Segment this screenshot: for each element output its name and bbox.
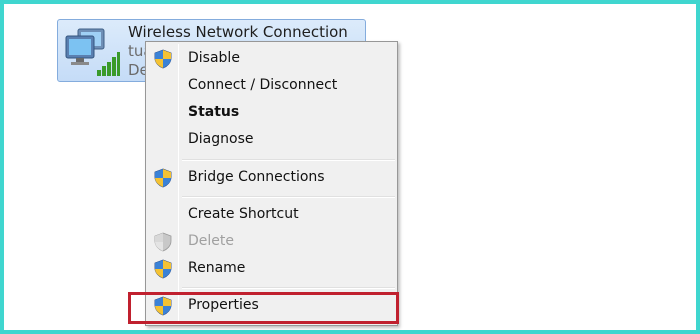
menu-item-create-shortcut[interactable]: Create Shortcut (148, 203, 395, 227)
menu-item-diagnose[interactable]: Diagnose (148, 128, 395, 152)
menu-item-label: Delete (188, 233, 234, 249)
menu-item-label: Status (188, 104, 240, 120)
uac-shield-icon (154, 259, 172, 279)
menu-item-label: Diagnose (188, 131, 254, 147)
menu-separator (182, 287, 395, 289)
menu-item-label: Bridge Connections (188, 169, 325, 185)
menu-item-label: Rename (188, 260, 246, 276)
menu-item-disable[interactable]: Disable (148, 47, 395, 71)
context-menu: Disable Connect / Disconnect Status Diag… (145, 41, 398, 326)
menu-item-bridge-connections[interactable]: Bridge Connections (148, 166, 395, 190)
uac-shield-icon (154, 168, 172, 188)
uac-shield-icon (154, 49, 172, 69)
connection-name: Wireless Network Connection (128, 23, 348, 41)
network-adapter-icon (65, 28, 120, 76)
uac-shield-icon (154, 232, 172, 252)
menu-item-label: Create Shortcut (188, 206, 299, 222)
menu-item-label: Connect / Disconnect (188, 77, 338, 93)
menu-item-delete: Delete (148, 230, 395, 254)
menu-item-rename[interactable]: Rename (148, 257, 395, 281)
menu-item-connect-disconnect[interactable]: Connect / Disconnect (148, 74, 395, 98)
properties-highlight-box (128, 292, 399, 324)
menu-separator (182, 159, 395, 161)
menu-separator (182, 196, 395, 198)
menu-item-label: Disable (188, 50, 240, 66)
menu-item-status[interactable]: Status (148, 101, 395, 125)
